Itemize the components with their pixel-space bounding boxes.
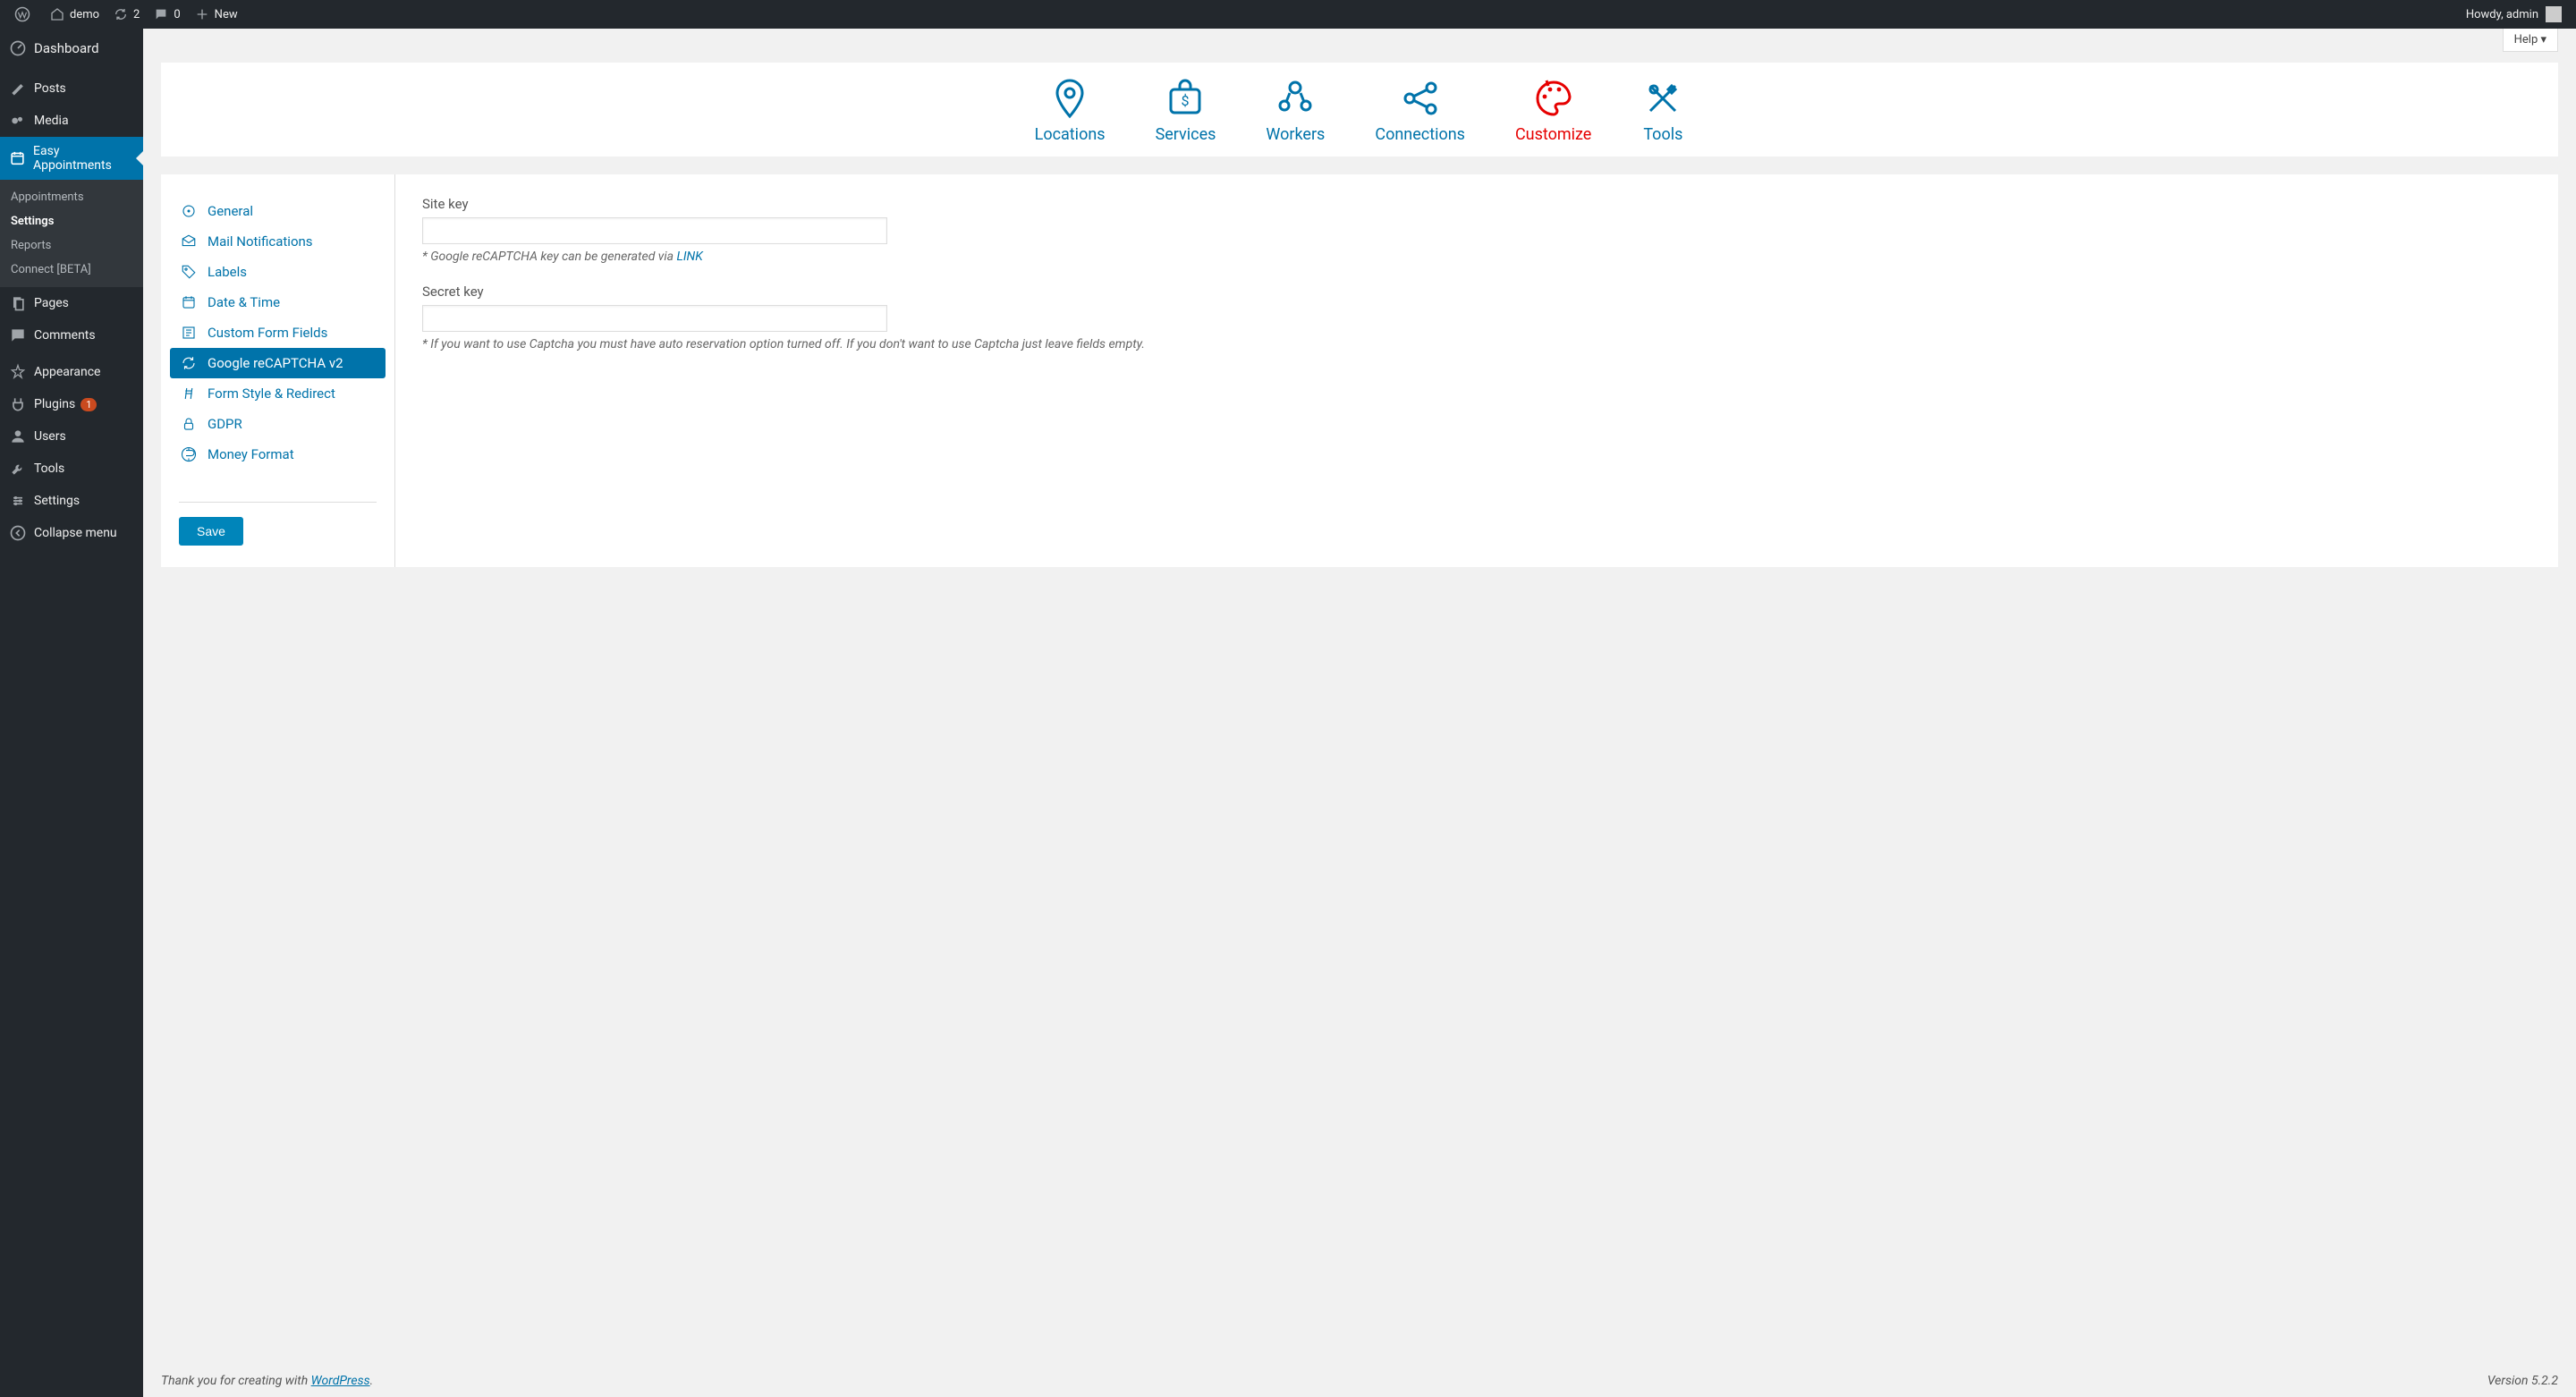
nav-general[interactable]: General xyxy=(170,196,386,226)
avatar xyxy=(2546,6,2562,22)
tab-workers[interactable]: Workers xyxy=(1266,77,1325,144)
tab-tools[interactable]: Tools xyxy=(1641,77,1684,144)
recaptcha-link[interactable]: LINK xyxy=(677,250,703,264)
active-arrow-icon xyxy=(136,151,143,165)
sidebar-dashboard[interactable]: Dashboard xyxy=(0,29,143,68)
sidebar-plugins[interactable]: Plugins1 xyxy=(0,388,143,420)
tab-connections[interactable]: Connections xyxy=(1375,77,1465,144)
sidebar-submenu: Appointments Settings Reports Connect [B… xyxy=(0,180,143,287)
sidebar-easy-appointments[interactable]: Easy Appointments xyxy=(0,137,143,180)
site-key-input[interactable] xyxy=(422,217,887,244)
nav-labels[interactable]: Labels xyxy=(170,257,386,287)
footer: Thank you for creating with WordPress. V… xyxy=(161,1374,2558,1388)
sidebar-pages[interactable]: Pages xyxy=(0,287,143,319)
help-tab[interactable]: Help xyxy=(2503,29,2558,52)
sidebar-collapse[interactable]: Collapse menu xyxy=(0,517,143,549)
secret-key-label: Secret key xyxy=(422,284,2531,300)
updates-link[interactable]: 2 xyxy=(106,7,147,21)
main-content: Help Locations $Services Workers Connect… xyxy=(143,29,2576,1397)
submenu-appointments[interactable]: Appointments xyxy=(0,185,143,209)
submenu-reports[interactable]: Reports xyxy=(0,233,143,258)
comments-link[interactable]: 0 xyxy=(147,7,187,21)
svg-text:$: $ xyxy=(1182,92,1190,109)
nav-mail[interactable]: Mail Notifications xyxy=(170,226,386,257)
site-key-hint: * Google reCAPTCHA key can be generated … xyxy=(422,250,2531,264)
save-button[interactable]: Save xyxy=(179,517,243,546)
tab-locations[interactable]: Locations xyxy=(1035,77,1106,144)
submenu-settings[interactable]: Settings xyxy=(0,209,143,233)
sidebar-appearance[interactable]: Appearance xyxy=(0,356,143,388)
sidebar-users[interactable]: Users xyxy=(0,420,143,453)
settings-panel: General Mail Notifications Labels Date &… xyxy=(161,174,2558,567)
nav-custom-fields[interactable]: Custom Form Fields xyxy=(170,318,386,348)
sidebar-settings[interactable]: Settings xyxy=(0,485,143,517)
admin-bar: demo 2 0 New Howdy, admin xyxy=(0,0,2576,29)
new-content[interactable]: New xyxy=(188,7,245,21)
sidebar-comments[interactable]: Comments xyxy=(0,319,143,351)
plugins-badge: 1 xyxy=(80,398,97,411)
nav-money[interactable]: Money Format xyxy=(170,439,386,470)
secret-key-input[interactable] xyxy=(422,305,887,332)
sidebar-media[interactable]: Media xyxy=(0,105,143,137)
my-account[interactable]: Howdy, admin xyxy=(2459,6,2569,22)
sidebar-tools[interactable]: Tools xyxy=(0,453,143,485)
footer-thankyou: Thank you for creating with WordPress. xyxy=(161,1374,373,1388)
form-area: Site key * Google reCAPTCHA key can be g… xyxy=(395,174,2558,567)
tab-services[interactable]: $Services xyxy=(1156,77,1216,144)
wp-logo[interactable] xyxy=(7,6,43,22)
nav-gdpr[interactable]: GDPR xyxy=(170,409,386,439)
wordpress-link[interactable]: WordPress xyxy=(311,1374,370,1388)
sidebar-posts[interactable]: Posts xyxy=(0,72,143,105)
footer-version: Version 5.2.2 xyxy=(2487,1374,2558,1388)
admin-sidebar: Dashboard Posts Media Easy Appointments … xyxy=(0,29,143,1397)
submenu-connect[interactable]: Connect [BETA] xyxy=(0,258,143,282)
secret-key-hint: * If you want to use Captcha you must ha… xyxy=(422,337,2531,351)
site-key-label: Site key xyxy=(422,196,2531,212)
tab-customize[interactable]: Customize xyxy=(1515,77,1591,144)
nav-datetime[interactable]: Date & Time xyxy=(170,287,386,318)
nav-recaptcha[interactable]: Google reCAPTCHA v2 xyxy=(170,348,386,378)
nav-form-style[interactable]: Form Style & Redirect xyxy=(170,378,386,409)
tabs-bar: Locations $Services Workers Connections … xyxy=(161,63,2558,157)
site-name[interactable]: demo xyxy=(43,7,106,21)
settings-side-nav: General Mail Notifications Labels Date &… xyxy=(161,174,395,567)
